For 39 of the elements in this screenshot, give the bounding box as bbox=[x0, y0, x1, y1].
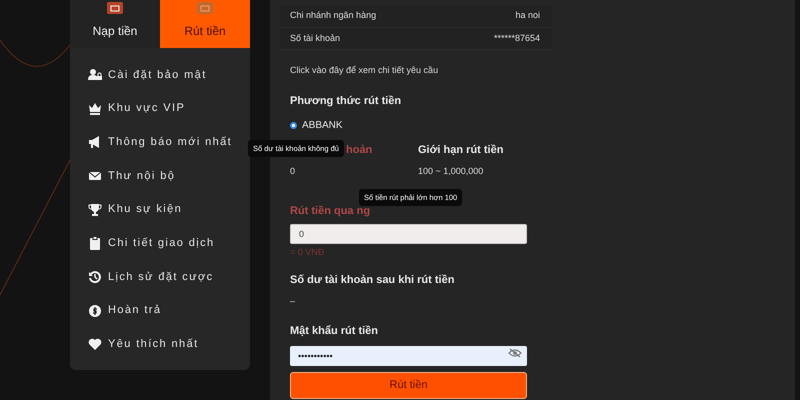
field-value: – bbox=[290, 295, 296, 308]
menu-item[interactable]: Hoàn trả bbox=[70, 294, 250, 328]
menu-item[interactable]: Khu vực VIP bbox=[70, 92, 250, 126]
heart-icon bbox=[88, 337, 102, 352]
tab[interactable]: Nạp tiền bbox=[70, 0, 160, 48]
eye-slash-icon[interactable] bbox=[508, 348, 522, 358]
field-value: 0 bbox=[290, 165, 296, 178]
menu-item[interactable]: Cài đặt bảo mật bbox=[70, 58, 250, 92]
radio-option[interactable]: ABBANK bbox=[290, 118, 343, 132]
field-label: Rút tiền qua ng bbox=[290, 204, 372, 218]
field-label: Giới hạn rút tiền bbox=[418, 142, 504, 158]
password-field[interactable]: ••••••••••• bbox=[290, 346, 527, 366]
megaphone-icon bbox=[88, 135, 102, 150]
section-title: Phương thức rút tiền bbox=[290, 94, 402, 109]
menu-item[interactable]: Thư nội bộ bbox=[70, 159, 250, 193]
clipboard-icon bbox=[88, 236, 102, 250]
field-label: hoản bbox=[346, 142, 372, 158]
info-label: Chi nhánh ngân hàng bbox=[290, 9, 376, 22]
details-link[interactable]: Click vào đây để xem chi tiết yêu cầu bbox=[290, 64, 438, 78]
dollar-coin-icon bbox=[88, 304, 102, 318]
crown-icon bbox=[88, 102, 102, 116]
conversion-text: = 0 VNĐ bbox=[290, 246, 326, 259]
amount-field[interactable]: 0 bbox=[290, 224, 527, 244]
user-lock-icon bbox=[88, 68, 102, 82]
submit-button[interactable]: Rút tiền bbox=[290, 372, 527, 399]
info-label: Số tài khoản bbox=[290, 32, 340, 44]
trophy-icon bbox=[88, 202, 102, 217]
menu-item[interactable]: Thông báo mới nhất bbox=[70, 125, 250, 160]
tab[interactable]: Rút tiền bbox=[160, 0, 250, 48]
field-label: Mật khẩu rút tiền bbox=[290, 324, 380, 338]
info-value: ha noi bbox=[515, 9, 540, 22]
menu-item[interactable]: Chi tiết giao dịch bbox=[70, 226, 250, 260]
field-value: 100 ~ 1,000,000 bbox=[418, 165, 484, 178]
history-icon bbox=[88, 270, 102, 284]
menu-item[interactable]: Yêu thích nhất bbox=[70, 328, 250, 362]
field-label: Số dư tài khoản sau khi rút tiền bbox=[290, 272, 456, 288]
info-value: ******87654 bbox=[494, 32, 540, 44]
menu-item[interactable]: Lịch sử đặt cược bbox=[70, 260, 250, 294]
menu-item[interactable]: Khu sự kiện bbox=[70, 192, 250, 226]
